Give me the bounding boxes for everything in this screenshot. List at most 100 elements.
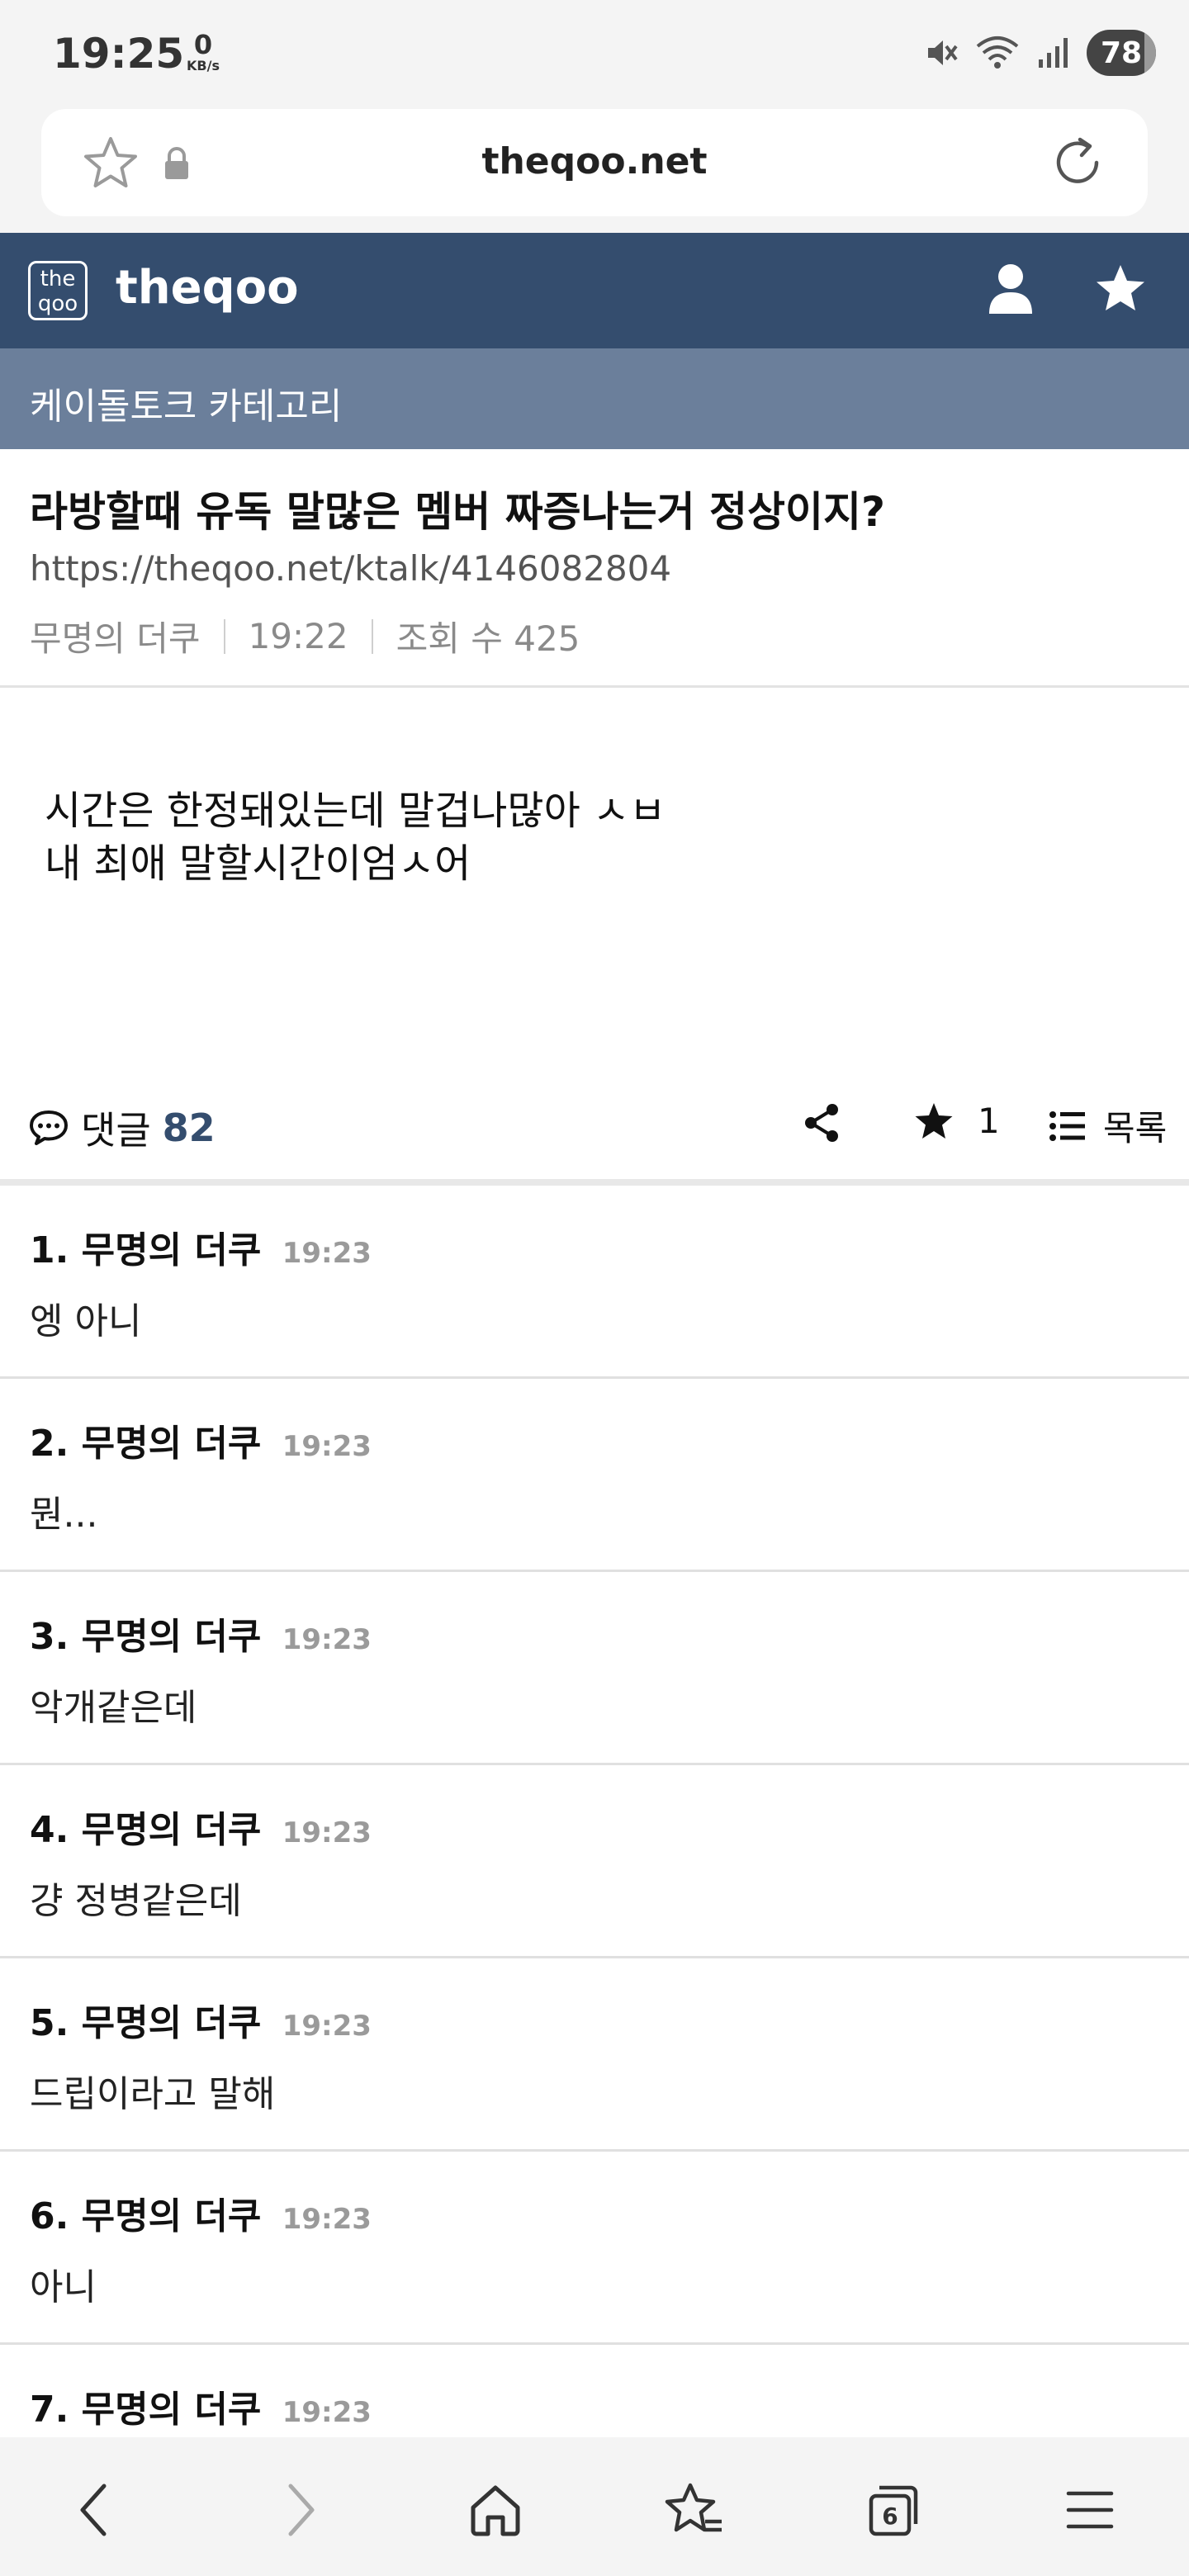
comment-number: 1. — [30, 1229, 69, 1271]
category-bar[interactable]: 케이돌토크 카테고리 — [0, 348, 1189, 449]
share-icon[interactable] — [803, 1102, 841, 1144]
comment-item[interactable]: 6. 무명의 더쿠 19:23 아니 — [0, 2152, 1189, 2345]
hamburger-menu-icon — [1066, 2491, 1114, 2529]
list-button[interactable]: 목록 — [1049, 1101, 1167, 1151]
comment-text: 악개같은데 — [30, 1687, 197, 1729]
site-name[interactable]: theqoo — [116, 261, 299, 315]
wifi-icon — [976, 36, 1019, 69]
bookmarks-button[interactable] — [661, 2477, 727, 2543]
battery-icon: 78 — [1087, 30, 1156, 76]
list-label: 목록 — [1103, 1108, 1168, 1148]
favorites-star-icon[interactable] — [1093, 263, 1148, 315]
comment-author: 무명의 더쿠 — [81, 1229, 262, 1271]
browser-toolbar: theqoo.net — [0, 107, 1189, 233]
address-bar[interactable]: theqoo.net — [41, 109, 1148, 216]
user-icon[interactable] — [986, 263, 1035, 315]
menu-button[interactable] — [1057, 2477, 1123, 2543]
meta-separator — [371, 618, 373, 654]
comment-time: 19:23 — [282, 2396, 372, 2429]
comment-author: 무명의 더쿠 — [81, 2195, 262, 2237]
comment-header: 1. 무명의 더쿠 19:23 — [30, 1220, 372, 1273]
comment-number: 4. — [30, 1809, 69, 1851]
tabs-icon: 6 — [869, 2485, 918, 2536]
comment-header: 4. 무명의 더쿠 19:23 — [30, 1800, 372, 1853]
comment-label: 댓글 — [81, 1108, 151, 1153]
forward-button[interactable] — [266, 2477, 332, 2543]
comment-author: 무명의 더쿠 — [81, 2389, 262, 2431]
comment-author: 무명의 더쿠 — [81, 2002, 262, 2044]
home-icon — [471, 2485, 520, 2536]
post-body-line: 시간은 한정돼있는데 말겁나많아 ㅅㅂ — [45, 788, 666, 834]
comment-author: 무명의 더쿠 — [81, 1423, 262, 1465]
post-views: 조회 수 425 — [396, 618, 580, 659]
chevron-right-icon — [288, 2484, 315, 2536]
comment-number: 6. — [30, 2195, 69, 2237]
battery-level: 78 — [1100, 36, 1143, 70]
comment-header: 7. 무명의 더쿠 19:23 — [30, 2379, 372, 2432]
status-bar: 19:25 0 KB/s 78 — [0, 0, 1189, 107]
network-speed-unit: KB/s — [187, 58, 220, 73]
star-icon — [915, 1102, 953, 1139]
comment-time: 19:23 — [282, 2010, 372, 2043]
back-button[interactable] — [63, 2477, 129, 2543]
comment-text: 걍 정병같은데 — [30, 1880, 242, 1922]
status-icons: 78 — [923, 30, 1156, 76]
comment-item[interactable]: 3. 무명의 더쿠 19:23 악개같은데 — [0, 1572, 1189, 1765]
category-label: 케이돌토크 카테고리 — [30, 386, 343, 428]
comment-header: 3. 무명의 더쿠 19:23 — [30, 1607, 372, 1660]
comment-bubble-icon — [30, 1110, 68, 1145]
bookmarks-star-icon — [665, 2483, 722, 2532]
tab-count: 6 — [882, 2503, 898, 2530]
post-author: 무명의 더쿠 — [30, 618, 201, 659]
post-body-line: 내 최애 말할시간이엄ㅅ어 — [45, 841, 471, 887]
comment-item[interactable]: 1. 무명의 더쿠 19:23 엥 아니 — [0, 1186, 1189, 1379]
comment-header: 5. 무명의 더쿠 19:23 — [30, 1993, 372, 2046]
network-speed: 0 KB/s — [178, 31, 228, 73]
divider — [0, 1179, 1189, 1186]
comment-item[interactable]: 4. 무명의 더쿠 19:23 걍 정병같은데 — [0, 1765, 1189, 1958]
comment-text: 아니 — [30, 2266, 97, 2308]
post-title: 라방할때 유독 말많은 멤버 짜증나는거 정상이지? — [30, 488, 886, 536]
url-text[interactable]: theqoo.net — [41, 140, 1148, 182]
comment-number: 3. — [30, 1616, 69, 1658]
comment-item[interactable]: 2. 무명의 더쿠 19:23 뭔... — [0, 1379, 1189, 1572]
comment-author: 무명의 더쿠 — [81, 1616, 262, 1658]
home-button[interactable] — [462, 2477, 528, 2543]
chevron-left-icon — [80, 2484, 107, 2536]
comment-time: 19:23 — [282, 1237, 372, 1270]
comment-time: 19:23 — [282, 1430, 372, 1463]
comment-number: 5. — [30, 2002, 69, 2044]
comment-time: 19:23 — [282, 2203, 372, 2236]
post-time: 19:22 — [248, 616, 348, 656]
comment-item[interactable]: 5. 무명의 더쿠 19:23 드립이라고 말해 — [0, 1958, 1189, 2152]
status-time: 19:25 — [53, 30, 185, 78]
site-header: the qoo theqoo — [0, 233, 1189, 348]
site-logo[interactable]: the qoo — [28, 261, 88, 320]
meta-separator — [223, 618, 225, 654]
comment-count-button[interactable]: 댓글 82 — [28, 1101, 216, 1155]
signal-icon — [1039, 38, 1068, 68]
mute-icon — [928, 40, 958, 65]
comment-text: 엥 아니 — [30, 1300, 142, 1342]
list-icon — [1049, 1110, 1085, 1141]
comment-number: 7. — [30, 2389, 69, 2431]
post-body: 시간은 한정돼있는데 말겁나많아 ㅅㅂ 내 최애 말할시간이엄ㅅ어 — [45, 784, 666, 890]
comment-time: 19:23 — [282, 1623, 372, 1656]
comment-text: 드립이라고 말해 — [30, 2073, 276, 2115]
comment-author: 무명의 더쿠 — [81, 1809, 262, 1851]
comment-header: 2. 무명의 더쿠 19:23 — [30, 1413, 372, 1466]
post-url[interactable]: https://theqoo.net/ktalk/4146082804 — [30, 548, 671, 589]
comment-list: 1. 무명의 더쿠 19:23 엥 아니 2. 무명의 더쿠 19:23 뭔..… — [0, 1186, 1189, 2538]
comment-number: 2. — [30, 1423, 69, 1465]
reload-icon[interactable] — [1049, 134, 1106, 192]
post-actions: 댓글 82 1 목록 — [0, 1094, 1189, 1155]
favorite-count: 1 — [978, 1101, 1000, 1141]
divider — [0, 685, 1189, 688]
favorite-button[interactable]: 1 — [913, 1101, 1000, 1141]
browser-bottom-nav: 6 — [0, 2437, 1189, 2576]
tabs-button[interactable]: 6 — [860, 2477, 926, 2543]
comment-count: 82 — [162, 1106, 216, 1150]
post-meta: 무명의 더쿠 19:22 조회 수 425 — [30, 611, 580, 661]
comment-header: 6. 무명의 더쿠 19:23 — [30, 2186, 372, 2239]
network-speed-value: 0 — [193, 29, 213, 60]
